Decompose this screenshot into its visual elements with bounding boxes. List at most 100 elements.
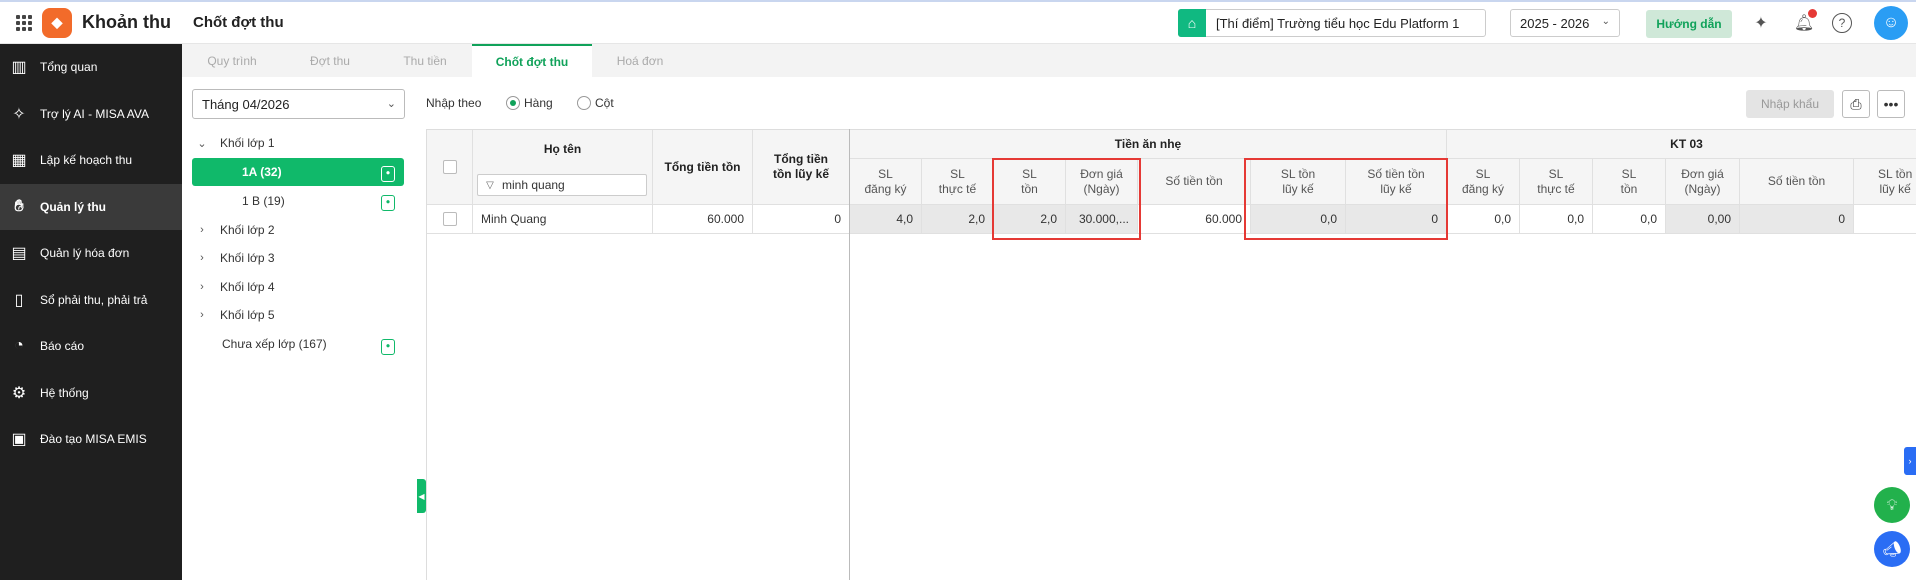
chart-icon: ▥ bbox=[11, 59, 27, 77]
sidebar-item-label: Quản lý thu bbox=[40, 199, 106, 214]
radio-row[interactable]: Hàng bbox=[506, 96, 553, 110]
month-select[interactable]: Tháng 04/2026 ⌄ bbox=[192, 89, 405, 119]
tab-collect-money[interactable]: Thu tiền bbox=[378, 44, 472, 77]
radio-circle bbox=[577, 96, 591, 110]
tree-class-1b[interactable]: 1 B (19) bbox=[242, 188, 285, 214]
megaphone-icon[interactable]: 📣︎ bbox=[1874, 531, 1910, 567]
tab-invoice[interactable]: Hoá đơn bbox=[592, 44, 688, 77]
school-name: [Thí điểm] Trường tiểu học Edu Platform … bbox=[1216, 15, 1460, 31]
chevron-down-icon: ⌄ bbox=[197, 137, 207, 150]
tab-bar: Quy trình Đợt thu Thu tiền Chốt đợt thu … bbox=[182, 44, 1916, 77]
header-total: Tổng tiền tồn bbox=[653, 130, 753, 205]
collapse-panel-handle[interactable]: ◀ bbox=[417, 479, 426, 513]
cell-sl-actual[interactable]: 0,0 bbox=[1520, 205, 1593, 234]
gear-icon: ⚙︎ bbox=[11, 384, 27, 402]
year-select[interactable]: 2025 - 2026 ⌄ bbox=[1510, 9, 1620, 37]
unlock-icon[interactable]: ⏺ bbox=[381, 195, 395, 211]
header-sl-remaining-cumulative: SL tồn lũy kế bbox=[1854, 159, 1916, 205]
chevron-down-icon: ⌄ bbox=[1601, 16, 1610, 27]
print-icon[interactable]: ⎙ bbox=[1842, 90, 1870, 118]
app-grid-icon[interactable] bbox=[16, 14, 32, 31]
app-title: Khoản thu bbox=[82, 12, 171, 32]
header-sl-actual: SL thực tế bbox=[922, 159, 994, 205]
hand-money-icon: ✋︎ bbox=[14, 197, 24, 215]
tab-process[interactable]: Quy trình bbox=[182, 44, 282, 77]
sidebar-item-label: Hệ thống bbox=[40, 385, 89, 400]
header-remaining-amount: Số tiền tồn bbox=[1138, 159, 1251, 205]
school-icon: ⌂ bbox=[1178, 9, 1206, 37]
sidebar: ▥ Tổng quan ✧ Trợ lý AI - MISA AVA ▦ Lập kế… bbox=[0, 44, 182, 580]
sidebar-item-training[interactable]: ▣ Đào tạo MISA EMIS bbox=[0, 416, 182, 463]
filter-icon: ▽ bbox=[486, 179, 494, 191]
book-icon: ▣ bbox=[11, 431, 27, 449]
lightbulb-icon[interactable]: 💡︎ bbox=[1874, 487, 1910, 523]
ai-sparkle-icon[interactable]: ✦ bbox=[1750, 12, 1772, 34]
sidebar-item-label: Đào tạo MISA EMIS bbox=[40, 432, 147, 447]
sidebar-item-label: Trợ lý AI - MISA AVA bbox=[40, 106, 150, 121]
filter-value: minh quang bbox=[502, 178, 565, 192]
guide-button[interactable]: Hướng dẫn bbox=[1646, 10, 1732, 38]
tab-close-period[interactable]: Chốt đợt thu bbox=[472, 44, 592, 77]
cell-remaining-amount: 60.000 bbox=[1138, 205, 1251, 234]
sidebar-item-system[interactable]: ⚙︎ Hệ thống bbox=[0, 370, 182, 417]
header-sl-remaining: SL tồn bbox=[1593, 159, 1666, 205]
tree-grade-2[interactable]: › Khối lớp 2 bbox=[196, 217, 274, 243]
pie-chart-icon: ◔ bbox=[14, 337, 24, 355]
tree-grade-1[interactable]: ⌄ Khối lớp 1 bbox=[196, 130, 275, 156]
right-panel-toggle[interactable]: › bbox=[1904, 447, 1916, 475]
ledger-icon: ▯ bbox=[14, 291, 24, 309]
highlight-box bbox=[992, 158, 1141, 240]
cell-sl-registered[interactable]: 4,0 bbox=[850, 205, 922, 234]
radio-label: Hàng bbox=[524, 96, 553, 110]
chevron-right-icon: › bbox=[200, 224, 204, 236]
tree-unassigned[interactable]: Chưa xếp lớp (167) bbox=[222, 331, 327, 357]
cell-sl-registered[interactable]: 0,0 bbox=[1447, 205, 1520, 234]
cell-total: 60.000 bbox=[653, 205, 753, 234]
sidebar-item-label: Sổ phải thu, phải trả bbox=[40, 292, 148, 307]
import-button[interactable]: Nhập khẩu bbox=[1746, 90, 1834, 118]
header-sl-registered: SL đăng ký bbox=[850, 159, 922, 205]
sidebar-item-plan[interactable]: ▦ Lập kế hoạch thu bbox=[0, 137, 182, 184]
page-title: Chốt đợt thu bbox=[192, 14, 284, 31]
sidebar-item-invoice[interactable]: ▤ Quản lý hóa đơn bbox=[0, 230, 182, 277]
tree-grade-3[interactable]: › Khối lớp 3 bbox=[196, 245, 274, 271]
unlock-icon[interactable]: ⏺ bbox=[381, 166, 395, 182]
name-filter-input[interactable]: ▽ minh quang bbox=[477, 174, 647, 196]
radio-label: Cột bbox=[595, 96, 614, 110]
tree-label: Khối lớp 1 bbox=[220, 136, 275, 150]
cell-sl-remaining[interactable]: 0,0 bbox=[1593, 205, 1666, 234]
month-value: Tháng 04/2026 bbox=[202, 96, 290, 112]
tree-label: 1 B (19) bbox=[242, 194, 285, 208]
notification-dot bbox=[1808, 9, 1817, 18]
tree-label: Khối lớp 5 bbox=[220, 308, 275, 322]
row-checkbox[interactable] bbox=[442, 212, 457, 226]
cell-unit-price[interactable]: 0,00 bbox=[1666, 205, 1740, 234]
bell-icon[interactable]: 🔔︎ bbox=[1793, 9, 1817, 34]
radio-circle bbox=[506, 96, 520, 110]
app-logo: ◆ bbox=[42, 7, 72, 38]
select-all-checkbox[interactable] bbox=[442, 160, 457, 174]
unlock-icon[interactable]: ⏺ bbox=[381, 339, 395, 355]
sidebar-item-label: Báo cáo bbox=[40, 339, 85, 354]
tab-collection-period[interactable]: Đợt thu bbox=[282, 44, 378, 77]
radio-column[interactable]: Cột bbox=[577, 96, 614, 110]
calendar-money-icon: ▦ bbox=[11, 152, 27, 170]
school-selector[interactable]: ⌂ [Thí điểm] Trường tiểu học Edu Platfor… bbox=[1178, 9, 1486, 37]
header-sl-registered: SL đăng ký bbox=[1447, 159, 1520, 205]
tree-label: Chưa xếp lớp (167) bbox=[222, 337, 327, 351]
tree-label: 1A (32) bbox=[242, 165, 282, 179]
sidebar-item-report[interactable]: ◔ Báo cáo bbox=[0, 323, 182, 370]
more-icon[interactable]: ••• bbox=[1877, 90, 1905, 118]
sidebar-item-collection[interactable]: ✋︎ Quản lý thu bbox=[0, 183, 182, 230]
tree-grade-5[interactable]: › Khối lớp 5 bbox=[196, 302, 275, 328]
tree-grade-4[interactable]: › Khối lớp 4 bbox=[196, 274, 274, 300]
sidebar-item-ledger[interactable]: ▯ Sổ phải thu, phải trả bbox=[0, 277, 182, 324]
chevron-right-icon: › bbox=[200, 252, 204, 264]
sidebar-item-overview[interactable]: ▥ Tổng quan bbox=[0, 44, 182, 91]
cell-sl-actual[interactable]: 2,0 bbox=[922, 205, 994, 234]
cell-sl-remaining-cumulative[interactable] bbox=[1854, 205, 1916, 234]
avatar[interactable]: ☺ bbox=[1874, 6, 1908, 40]
help-icon[interactable]: ? bbox=[1832, 13, 1852, 33]
sidebar-item-ai-assistant[interactable]: ✧ Trợ lý AI - MISA AVA bbox=[0, 91, 182, 138]
tree-class-1a[interactable]: 1A (32) bbox=[192, 158, 404, 186]
